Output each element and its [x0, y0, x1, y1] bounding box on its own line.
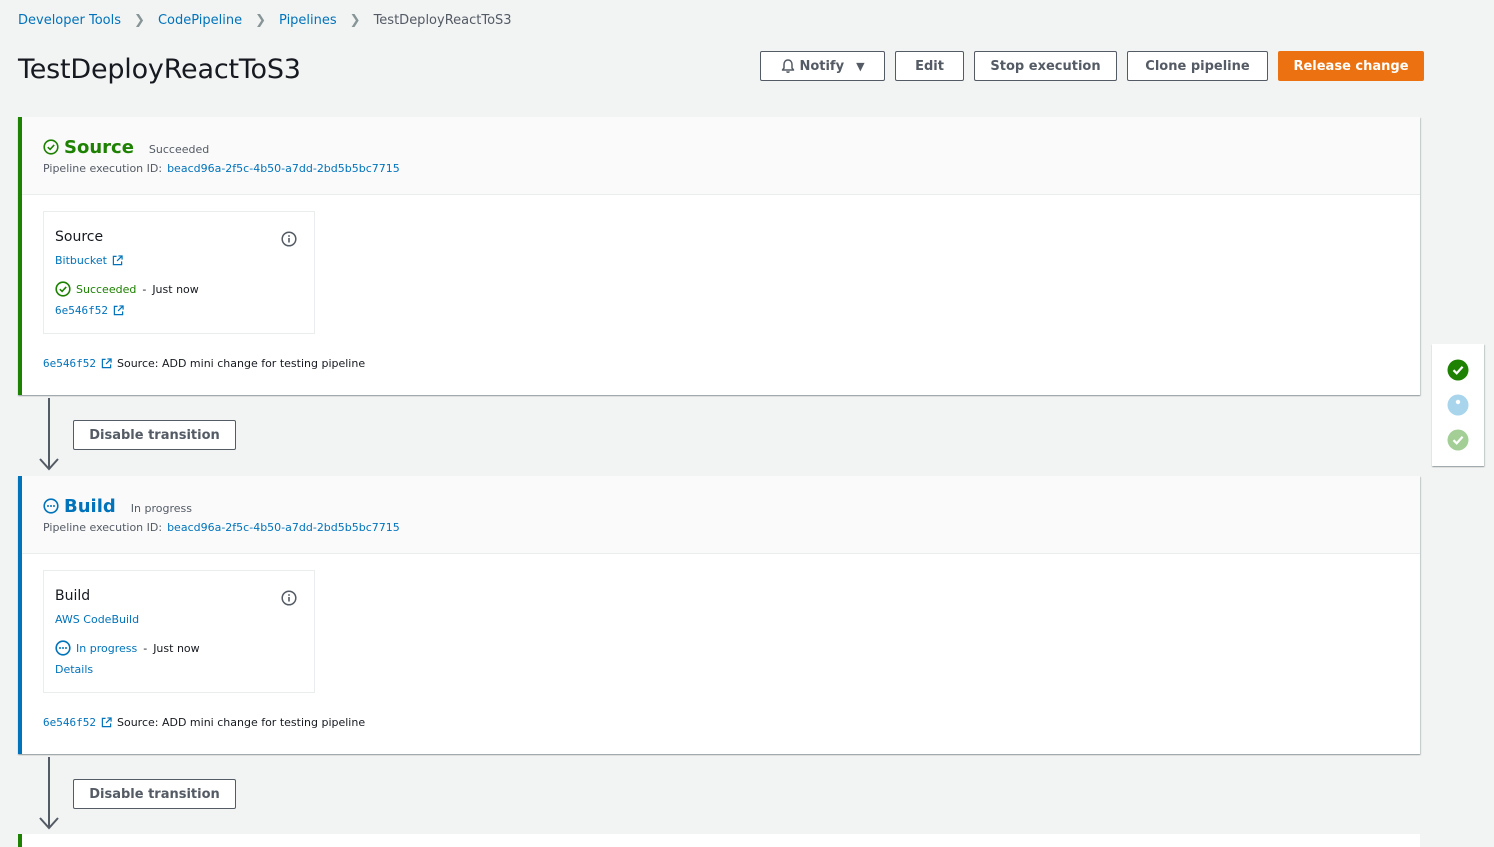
edit-button[interactable]: Edit — [895, 51, 964, 81]
stage-source: Source Succeeded Pipeline execution ID: b… — [18, 117, 1420, 395]
action-time: Just now — [153, 641, 200, 655]
chevron-right-icon: ❯ — [255, 13, 267, 28]
external-link-icon[interactable] — [113, 305, 124, 316]
action-card-source: Source Bitbucket Succeeded - Just now 6e… — [43, 211, 315, 334]
chevron-right-icon: ❯ — [349, 13, 361, 28]
clone-pipeline-button[interactable]: Clone pipeline — [1127, 51, 1268, 81]
action-status: Succeeded - Just now — [55, 281, 314, 297]
action-title: Source — [55, 229, 104, 245]
notify-button[interactable]: Notify ▼ — [760, 51, 885, 81]
notify-label: Notify — [799, 58, 845, 74]
breadcrumb: Developer Tools ❯ CodePipeline ❯ Pipelin… — [18, 13, 512, 28]
execution-id-link[interactable]: beacd96a-2f5c-4b50-a7dd-2bd5b5bc7715 — [167, 162, 400, 175]
breadcrumb-pipelines[interactable]: Pipelines — [279, 13, 337, 28]
provider-link[interactable]: AWS CodeBuild — [55, 613, 139, 626]
external-link-icon[interactable] — [101, 358, 112, 369]
ellipsis-circle-icon — [55, 640, 71, 656]
page-title: TestDeployReactToS3 — [18, 54, 301, 85]
breadcrumb-codepipeline[interactable]: CodePipeline — [158, 13, 242, 28]
release-change-button[interactable]: Release change — [1278, 51, 1424, 81]
action-card-build: Build AWS CodeBuild In progress - Just n… — [43, 570, 315, 693]
action-status: In progress - Just now — [55, 640, 314, 656]
commit-message: Source: ADD mini change for testing pipe… — [116, 357, 366, 370]
stage-status-rail — [1432, 344, 1484, 466]
info-icon[interactable] — [281, 590, 297, 606]
check-circle-icon[interactable] — [1447, 359, 1469, 381]
commit-id-link[interactable]: 6e546f52 — [43, 716, 96, 729]
check-circle-icon — [55, 281, 71, 297]
check-circle-icon[interactable] — [1447, 429, 1469, 451]
breadcrumb-current: TestDeployReactToS3 — [373, 13, 512, 28]
stage-build: Build In progress Pipeline execution ID:… — [18, 476, 1420, 754]
commit-message: Source: ADD mini change for testing pipe… — [116, 716, 366, 729]
action-status-text: Succeeded — [76, 282, 137, 296]
stage-title: Source — [64, 136, 134, 158]
breadcrumb-developer-tools[interactable]: Developer Tools — [18, 13, 121, 28]
in-progress-dot-icon[interactable] — [1447, 394, 1469, 416]
commit-summary: 6e546f52 Source: ADD mini change for tes… — [43, 716, 365, 729]
ellipsis-circle-icon — [43, 498, 59, 514]
disable-transition-button[interactable]: Disable transition — [73, 420, 236, 450]
action-status-text: In progress — [76, 641, 138, 655]
disable-transition-button[interactable]: Disable transition — [73, 779, 236, 809]
action-title: Build — [55, 588, 91, 604]
stage-header: Source Succeeded Pipeline execution ID: b… — [22, 117, 1420, 195]
execution-id-row: Pipeline execution ID: beacd96a-2f5c-4b50… — [43, 521, 1420, 534]
execution-id-row: Pipeline execution ID: beacd96a-2f5c-4b50… — [43, 162, 1420, 175]
chevron-right-icon: ❯ — [134, 13, 145, 28]
stage-header: Build In progress Pipeline execution ID:… — [22, 476, 1420, 554]
info-icon[interactable] — [281, 231, 297, 247]
execution-id-link[interactable]: beacd96a-2f5c-4b50-a7dd-2bd5b5bc7715 — [167, 521, 400, 534]
execution-id-label: Pipeline execution ID: — [43, 521, 163, 534]
arrow-down-icon — [39, 757, 59, 830]
check-circle-icon — [43, 139, 59, 155]
arrow-down-icon — [39, 398, 59, 471]
commit-summary: 6e546f52 Source: ADD mini change for tes… — [43, 357, 365, 370]
commit-id-link[interactable]: 6e546f52 — [43, 357, 96, 370]
stage-status: In progress — [130, 501, 192, 515]
stop-execution-button[interactable]: Stop execution — [974, 51, 1117, 81]
commit-link[interactable]: 6e546f52 — [55, 304, 108, 317]
stage-title: Build — [64, 495, 116, 517]
execution-id-label: Pipeline execution ID: — [43, 162, 163, 175]
stage-deploy — [18, 834, 1420, 847]
action-time: Just now — [152, 282, 199, 296]
stage-status: Succeeded — [148, 142, 210, 156]
caret-down-icon: ▼ — [856, 59, 865, 73]
external-link-icon[interactable] — [101, 717, 112, 728]
bell-icon — [782, 59, 795, 73]
details-link[interactable]: Details — [55, 663, 93, 676]
provider-link[interactable]: Bitbucket — [55, 254, 107, 267]
external-link-icon[interactable] — [112, 255, 123, 266]
